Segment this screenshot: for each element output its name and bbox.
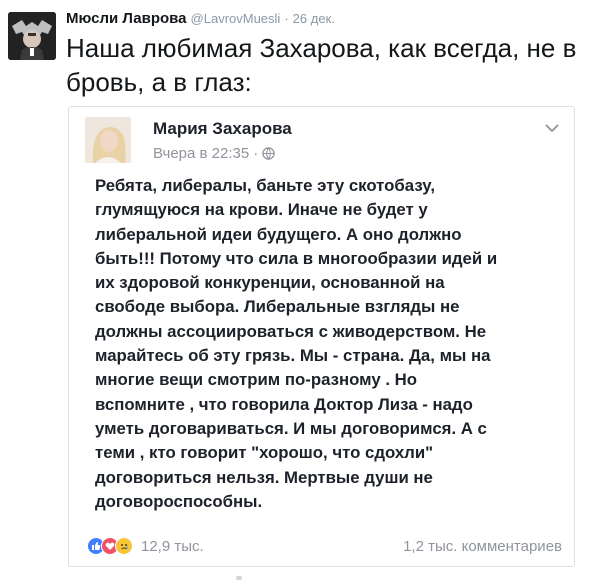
reaction-count[interactable]: 12,9 тыс. xyxy=(141,538,204,555)
globe-icon xyxy=(262,147,275,160)
tweet-header: Мюсли Лаврова @LavrovMuesli · 26 дек. xyxy=(66,10,596,27)
post-footer: 12,9 тыс. 1,2 тыс. комментариев xyxy=(87,535,562,557)
tweet-text: Наша любимая Захарова, как всегда, не в … xyxy=(66,33,577,97)
author-name[interactable]: Мюсли Лаврова xyxy=(66,10,187,27)
comment-count[interactable]: 1,2 тыс. комментариев xyxy=(403,538,562,555)
chevron-down-icon[interactable] xyxy=(544,123,560,133)
tweet-body: Мюсли Лаврова @LavrovMuesli · 26 дек. На… xyxy=(66,10,596,99)
author-avatar[interactable] xyxy=(8,12,56,60)
post-author-avatar[interactable] xyxy=(85,117,131,163)
portrait-photo-icon xyxy=(85,117,131,163)
post-timestamp[interactable]: Вчера в 22:35 xyxy=(153,145,249,162)
reactions[interactable] xyxy=(87,537,133,555)
double-headed-eagle-portrait-icon xyxy=(8,12,56,60)
sad-icon xyxy=(115,537,133,555)
post-author-name[interactable]: Мария Захарова xyxy=(153,119,292,139)
author-handle[interactable]: @LavrovMuesli xyxy=(191,11,281,26)
next-tweet-edge xyxy=(236,576,242,580)
tweet: Мюсли Лаврова @LavrovMuesli · 26 дек. На… xyxy=(0,0,604,582)
header-separator: · xyxy=(284,11,289,26)
post-text: Ребята, либералы, баньте эту скотобазу, … xyxy=(95,176,498,511)
embedded-facebook-post[interactable]: Мария Захарова Вчера в 22:35 · Ребята, л… xyxy=(68,106,575,567)
tweet-date[interactable]: 26 дек. xyxy=(293,11,335,26)
post-meta: Вчера в 22:35 · xyxy=(153,145,275,162)
meta-separator: · xyxy=(253,145,259,162)
